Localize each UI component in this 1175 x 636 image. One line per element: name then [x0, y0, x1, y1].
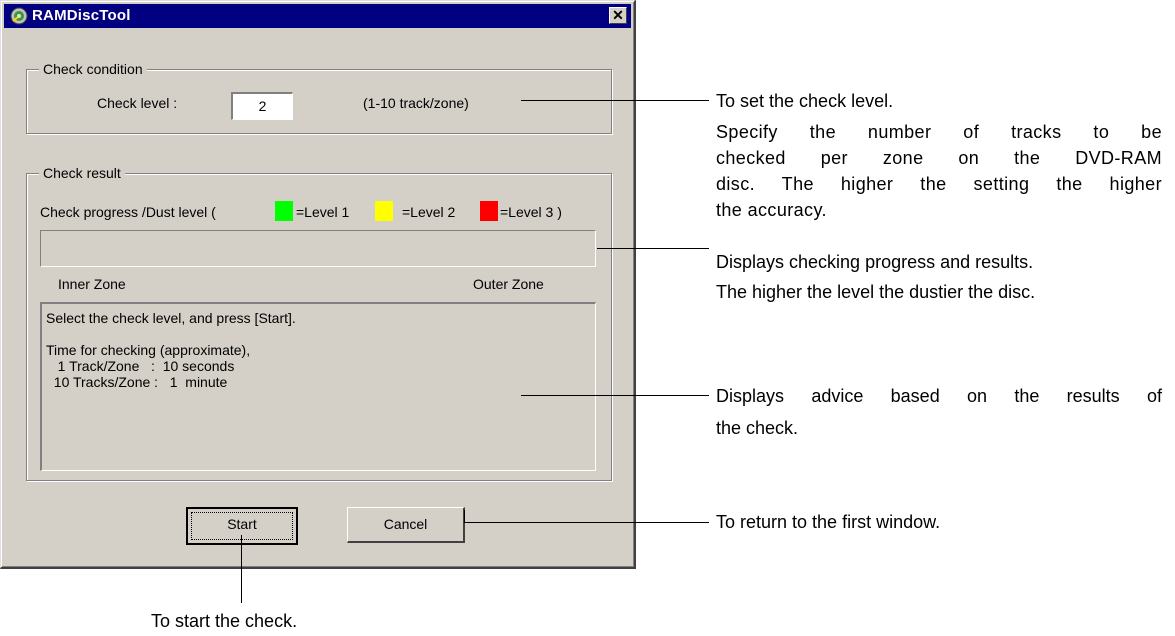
- advice-line: 10 Tracks/Zone : 1 minute: [46, 374, 228, 390]
- annotation-line: The higher the level the dustier the dis…: [716, 282, 1036, 302]
- annotation-check-level-title: To set the check level.: [716, 91, 894, 111]
- callout-line-progress: [597, 248, 709, 249]
- annotation-start: To start the check.: [151, 611, 298, 631]
- callout-line-advice: [521, 395, 709, 396]
- advice-line: 1 Track/Zone : 10 seconds: [46, 358, 235, 374]
- annotation-progress: Displays checking progress and results. …: [716, 247, 1035, 307]
- progress-legend-label: Check progress /Dust level (: [40, 204, 216, 220]
- advice-text-area: Select the check level, and press [Start…: [40, 302, 596, 471]
- annotation-line: Displays checking progress and results.: [716, 252, 1034, 272]
- outer-zone-label: Outer Zone: [473, 276, 544, 292]
- level2-swatch: [375, 201, 393, 221]
- advice-line: Select the check level, and press [Start…: [46, 310, 296, 326]
- level1-swatch: [275, 201, 293, 221]
- level3-label: =Level 3 ): [500, 204, 562, 220]
- check-level-range: (1-10 track/zone): [363, 95, 469, 111]
- annotation-line: Displays advice based on the results of: [716, 386, 1162, 406]
- level3-swatch: [480, 201, 498, 221]
- cancel-button[interactable]: Cancel: [347, 507, 465, 543]
- advice-line: Time for checking (approximate),: [46, 342, 251, 358]
- advice-line: [46, 326, 591, 342]
- check-condition-title: Check condition: [39, 61, 147, 77]
- annotation-advice: Displays advice based on the results of …: [716, 380, 1162, 444]
- inner-zone-label: Inner Zone: [58, 276, 126, 292]
- annotation-line: Specify the number of tracks to be: [716, 122, 1162, 142]
- check-result-title: Check result: [39, 165, 125, 181]
- close-button[interactable]: ✕: [609, 7, 627, 24]
- start-button-label: Start: [191, 512, 293, 540]
- title-bar[interactable]: RAMDiscTool ✕: [4, 4, 631, 28]
- annotation-line: the accuracy.: [716, 200, 827, 220]
- callout-line-cancel: [464, 522, 709, 523]
- close-icon: ✕: [612, 7, 624, 23]
- start-button[interactable]: Start: [186, 507, 298, 545]
- ramdisctool-dialog: RAMDiscTool ✕ Check condition Check leve…: [0, 0, 636, 569]
- level2-label: =Level 2: [402, 204, 456, 220]
- annotation-line: checked per zone on the DVD-RAM: [716, 148, 1162, 168]
- callout-line-cancel-tick: [464, 510, 465, 523]
- check-level-label: Check level :: [97, 95, 178, 111]
- annotation-line: disc. The higher the setting the higher: [716, 174, 1162, 194]
- progress-bar: [40, 230, 596, 267]
- annotation-check-level-desc: Specify the number of tracks to be check…: [716, 119, 1162, 223]
- check-level-input[interactable]: 2: [231, 92, 293, 120]
- callout-line-start: [241, 535, 242, 603]
- window-title: RAMDiscTool: [32, 7, 131, 24]
- level1-label: =Level 1: [296, 204, 350, 220]
- annotation-line: the check.: [716, 418, 799, 438]
- annotation-cancel: To return to the first window.: [716, 512, 941, 532]
- callout-line-check-level: [521, 100, 709, 101]
- disc-app-icon: [10, 7, 28, 25]
